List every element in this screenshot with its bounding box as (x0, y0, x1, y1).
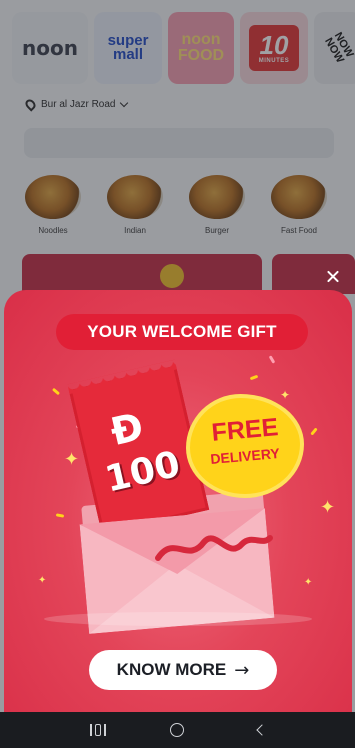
envelope-glow (44, 612, 312, 626)
recents-icon[interactable] (90, 724, 106, 736)
sparkle-icon: ✦ (280, 388, 291, 402)
welcome-gift-title: YOUR WELCOME GIFT (56, 314, 308, 350)
confetti (51, 387, 61, 396)
system-navigation-bar (0, 712, 355, 748)
know-more-button[interactable]: KNOW MORE → (89, 650, 277, 690)
sparkle-icon: ✦ (304, 577, 313, 588)
confetti (55, 513, 65, 518)
close-icon[interactable] (322, 266, 344, 288)
home-icon[interactable] (170, 723, 184, 737)
know-more-label: KNOW MORE (116, 660, 227, 679)
welcome-gift-sheet: YOUR WELCOME GIFT ✦ ✦ ✦ ✦ ✦ Đ 100 FREE D… (4, 290, 352, 712)
sparkle-icon: ✦ (64, 449, 80, 469)
dirham-currency-icon: Đ (106, 404, 148, 455)
back-icon[interactable] (256, 724, 268, 736)
sparkle-icon: ✦ (320, 497, 336, 517)
confetti (268, 355, 276, 364)
free-delivery-badge: FREE DELIVERY (190, 398, 300, 494)
arrow-right-icon: → (234, 659, 250, 681)
sparkle-icon: ✦ (38, 575, 47, 586)
ribbon-decoration (155, 535, 273, 561)
ticket-edge (67, 359, 177, 395)
confetti (249, 374, 259, 381)
confetti (310, 427, 318, 436)
voucher-amount: 100 (101, 443, 184, 501)
